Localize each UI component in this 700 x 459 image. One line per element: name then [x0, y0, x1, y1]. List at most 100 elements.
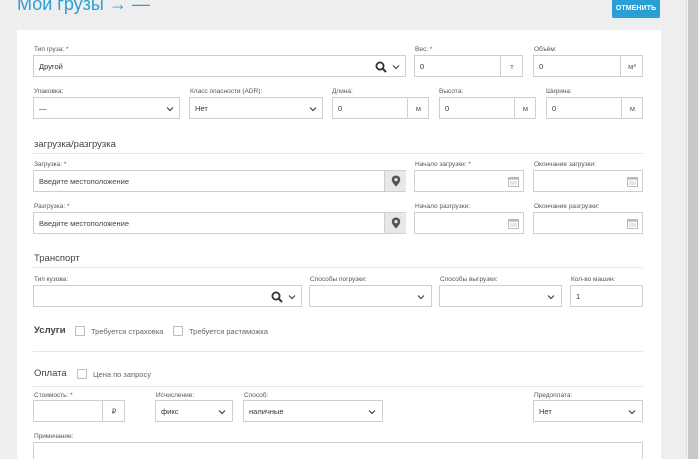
loading-section-title: загрузка/разгрузка — [34, 139, 116, 150]
load-methods-label: Способы погрузки: — [310, 276, 367, 283]
price-on-request-label: Цена по запросу — [93, 370, 151, 379]
method-select[interactable]: наличные — [243, 400, 383, 422]
cost-label: Стоимость: * — [34, 392, 73, 399]
calc-value: фикс — [161, 406, 179, 416]
volume-unit: м³ — [620, 56, 643, 76]
packing-select[interactable]: — — [33, 97, 180, 119]
scrollbar-thumb[interactable] — [688, 0, 698, 459]
divider — [33, 386, 643, 387]
vehicle-count-value: 1 — [576, 291, 581, 301]
vehicle-count-input[interactable]: 1 — [570, 285, 643, 307]
weight-unit: т — [500, 56, 523, 76]
prepay-value: Нет — [539, 406, 552, 416]
load-methods-select[interactable] — [309, 285, 432, 307]
body-type-label: Тип кузова: — [34, 276, 69, 283]
height-value: 0 — [445, 103, 450, 113]
height-unit: м — [514, 98, 536, 118]
body-type-select[interactable] — [33, 285, 302, 307]
chevron-down-icon[interactable] — [547, 293, 555, 301]
height-input[interactable]: 0 м — [439, 97, 536, 119]
customs-checkbox[interactable] — [173, 326, 183, 336]
adr-select[interactable]: Нет — [189, 97, 323, 119]
height-label: Высота: — [439, 88, 464, 95]
calc-label: Исчисление: — [156, 392, 195, 399]
length-value: 0 — [338, 103, 343, 113]
weight-label: Вес: * — [415, 46, 433, 53]
volume-input[interactable]: 0 м³ — [533, 55, 643, 77]
width-label: Ширина: — [546, 88, 572, 95]
calendar-icon[interactable] — [508, 218, 519, 229]
packing-value: — — [39, 103, 47, 113]
load-label: Загрузка: * — [34, 161, 67, 168]
method-label: Способ: — [244, 392, 269, 399]
chevron-down-icon[interactable] — [309, 105, 317, 113]
chevron-down-icon[interactable] — [218, 408, 226, 416]
note-label: Примечание: — [34, 433, 74, 440]
customs-label: Требуется растаможка — [189, 327, 268, 336]
divider — [33, 351, 643, 352]
search-icon[interactable] — [375, 61, 387, 73]
search-icon[interactable] — [271, 291, 283, 303]
unload-start-date[interactable] — [414, 212, 524, 234]
chevron-down-icon[interactable] — [417, 293, 425, 301]
adr-label: Класс опасности (ADR): — [190, 88, 263, 95]
chevron-down-icon[interactable] — [288, 293, 296, 301]
length-unit: м — [407, 98, 429, 118]
cancel-button[interactable]: ОТМЕНИТЬ — [612, 0, 660, 18]
cargo-type-value: Другой — [39, 61, 63, 71]
volume-label: Объём: — [534, 46, 557, 53]
width-input[interactable]: 0 м — [546, 97, 643, 119]
load-location-placeholder: Введите местоположение — [39, 176, 129, 186]
load-end-date[interactable] — [533, 170, 643, 192]
unload-end-label: Окончание разгрузки: — [534, 203, 600, 210]
currency-unit: ₽ — [102, 401, 125, 421]
cost-input[interactable]: ₽ — [33, 400, 125, 422]
cargo-type-label: Тип груза: * — [34, 46, 69, 53]
transport-section-title: Транспорт — [34, 253, 80, 264]
length-input[interactable]: 0 м — [332, 97, 429, 119]
unload-location-input[interactable]: Введите местоположение — [33, 212, 406, 234]
load-start-label: Начало загрузки: * — [415, 161, 471, 168]
price-on-request-checkbox[interactable] — [77, 369, 87, 379]
method-value: наличные — [249, 406, 284, 416]
length-label: Длина: — [332, 88, 353, 95]
calendar-icon[interactable] — [627, 218, 638, 229]
divider — [33, 153, 643, 154]
weight-input[interactable]: 0 т — [414, 55, 523, 77]
chevron-down-icon[interactable] — [368, 408, 376, 416]
unload-location-placeholder: Введите местоположение — [39, 218, 129, 228]
calendar-icon[interactable] — [627, 176, 638, 187]
width-value: 0 — [552, 103, 557, 113]
prepay-select[interactable]: Нет — [533, 400, 643, 422]
chevron-down-icon[interactable] — [392, 63, 400, 71]
payment-section-title: Оплата — [34, 368, 67, 379]
load-end-label: Окончание загрузки: — [534, 161, 596, 168]
note-textarea[interactable] — [33, 442, 643, 459]
vehicle-count-label: Кол-во машин: — [571, 276, 616, 283]
load-location-input[interactable]: Введите местоположение — [33, 170, 406, 192]
calc-select[interactable]: фикс — [155, 400, 233, 422]
map-pin-icon[interactable] — [384, 213, 406, 233]
weight-value: 0 — [420, 61, 425, 71]
unload-start-label: Начало разгрузки: — [415, 203, 471, 210]
page-title: Мои грузы → — — [17, 0, 150, 14]
volume-value: 0 — [539, 61, 544, 71]
divider — [33, 267, 643, 268]
prepay-label: Предоплата: — [534, 392, 573, 399]
unload-label: Разгрузка: * — [34, 203, 70, 210]
packing-label: Упаковка: — [34, 88, 64, 95]
calendar-icon[interactable] — [508, 176, 519, 187]
unload-methods-select[interactable] — [439, 285, 562, 307]
insurance-label: Требуется страховка — [91, 327, 164, 336]
unload-end-date[interactable] — [533, 212, 643, 234]
chevron-down-icon[interactable] — [628, 408, 636, 416]
width-unit: м — [621, 98, 643, 118]
services-section-title: Услуги — [34, 325, 66, 336]
insurance-checkbox[interactable] — [75, 326, 85, 336]
map-pin-icon[interactable] — [384, 171, 406, 191]
chevron-down-icon[interactable] — [166, 105, 174, 113]
adr-value: Нет — [195, 103, 208, 113]
unload-methods-label: Способы выгрузки: — [440, 276, 498, 283]
load-start-date[interactable] — [414, 170, 524, 192]
cargo-type-select[interactable]: Другой — [33, 55, 406, 77]
